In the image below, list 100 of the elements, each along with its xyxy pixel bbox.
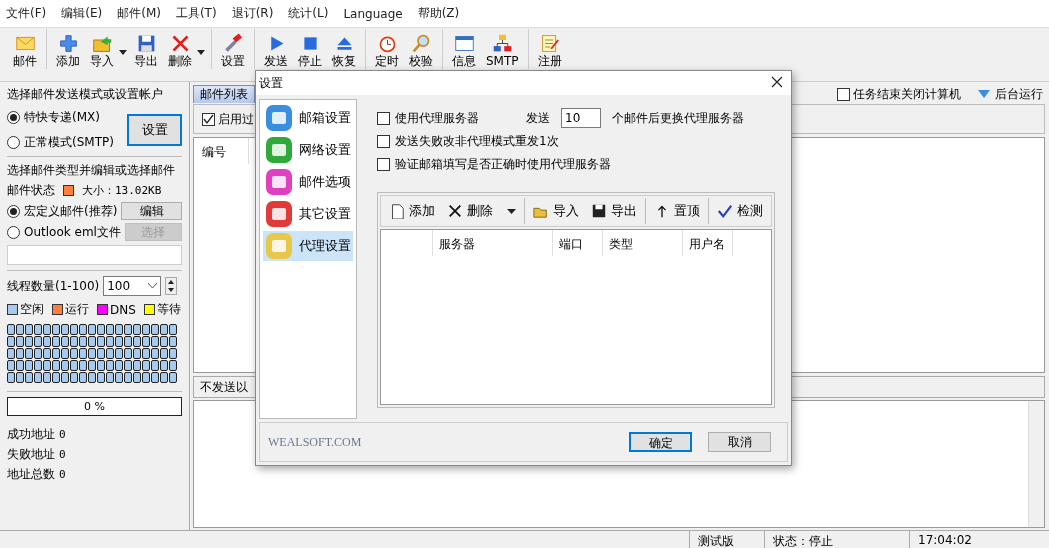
radio-button[interactable] — [7, 136, 20, 149]
radio-label: 特快专递(MX) — [24, 109, 100, 126]
checkbox-label: 发送失败改非代理模式重发1次 — [395, 132, 559, 150]
legend-label: DNS — [110, 302, 136, 317]
menu-item[interactable]: 邮件(M) — [111, 5, 170, 22]
stat-label: 地址总数 — [7, 466, 55, 483]
spin-button[interactable] — [165, 277, 178, 295]
radio-button[interactable] — [7, 111, 20, 124]
toolbar-button[interactable]: 校验 — [404, 29, 438, 69]
nav-item[interactable]: 邮箱设置 — [263, 103, 353, 133]
caret-icon — [507, 208, 516, 214]
caret-icon[interactable] — [197, 50, 205, 55]
status-text: 状态：停止 — [764, 531, 909, 548]
toolbar-button[interactable]: 信息 — [447, 29, 481, 69]
checkbox-label: 启用过 — [218, 110, 254, 128]
radio-label: 正常模式(SMTP) — [24, 134, 114, 151]
menu-item[interactable]: 工具(T) — [169, 5, 226, 22]
tab[interactable]: 邮件列表 — [193, 85, 255, 103]
menu-item[interactable]: 退订(R) — [225, 5, 283, 22]
legend-label: 空闲 — [20, 301, 44, 318]
action-button[interactable]: 编辑 — [121, 202, 182, 220]
checkbox[interactable] — [377, 134, 390, 148]
stat-label: 成功地址 — [7, 426, 55, 443]
column-header: 用户名 — [683, 230, 733, 256]
menu-item[interactable]: 文件(F) — [0, 5, 56, 22]
toolbar-button[interactable]: 导入 — [529, 202, 583, 220]
section-heading: 选择邮件类型并编辑或选择邮件 — [7, 162, 176, 179]
menu-item[interactable]: Language — [337, 6, 412, 21]
send-label: 发送 — [526, 109, 550, 127]
stat-value: 0 — [59, 468, 66, 481]
toolbar-button[interactable]: 导出 — [587, 202, 641, 220]
toolbar-button[interactable]: 发送 — [259, 29, 293, 69]
chevron-down-icon — [977, 89, 991, 99]
column-header: 端口 — [553, 230, 603, 256]
magnifier-icon — [410, 33, 432, 54]
toolbar-button[interactable]: 停止 — [293, 29, 327, 69]
checkbox[interactable] — [377, 157, 390, 171]
legend-label: 运行 — [65, 301, 89, 318]
toolbar-button[interactable]: 定时 — [370, 29, 404, 69]
down-arrow-icon — [166, 286, 177, 294]
dialog-title: 设置 — [259, 74, 283, 92]
menu-item[interactable]: 编辑(E) — [55, 5, 112, 22]
progress-text: 0 % — [84, 400, 105, 413]
column-header: 类型 — [603, 230, 683, 256]
menu-item[interactable]: 帮助(Z) — [411, 5, 469, 22]
toolbar-button[interactable]: SMTP — [481, 29, 524, 69]
radio-button[interactable] — [7, 204, 20, 218]
toolbar-button[interactable]: 导入 — [85, 29, 129, 69]
status-text: 测试版 — [689, 531, 764, 548]
toolbar-button[interactable]: 检测 — [713, 202, 767, 220]
stat-value: 0 — [59, 448, 66, 461]
cross-icon — [447, 203, 463, 219]
thread-count-label: 线程数量(1-100) — [7, 277, 100, 295]
toolbar-button[interactable]: 删除 — [163, 29, 207, 69]
thread-count-dropdown[interactable]: 100 — [103, 276, 162, 296]
radio-label: Outlook eml文件 — [24, 223, 121, 241]
toolbar-button[interactable]: 添加 — [51, 29, 85, 69]
exclude-label: 不发送以 — [200, 378, 248, 396]
checkbox-label: 使用代理服务器 — [395, 109, 479, 127]
stat-value: 0 — [59, 428, 66, 441]
up-arrow-icon — [166, 278, 177, 286]
nav-item[interactable]: 邮件选项 — [263, 167, 353, 197]
caret-icon[interactable] — [119, 50, 127, 55]
checkbox[interactable] — [377, 111, 390, 125]
dialog-button[interactable]: 取消 — [708, 432, 771, 452]
notepad-icon — [539, 33, 561, 54]
checkbox[interactable] — [837, 87, 850, 101]
brand-label: WEALSOFT.COM — [268, 434, 363, 450]
toolbar-button[interactable]: 置顶 — [650, 202, 704, 220]
toolbar-button[interactable]: 注册 — [532, 29, 567, 69]
send-count-field[interactable]: 10 — [561, 108, 601, 128]
checkbox[interactable] — [202, 112, 215, 126]
send-suffix: 个邮件后更换代理服务器 — [612, 109, 744, 127]
column-header: 服务器 — [433, 230, 553, 256]
status-text: 17:04:02 — [909, 531, 1049, 548]
toolbar-button[interactable]: 恢复 — [327, 29, 361, 69]
section-heading: 选择邮件发送模式或设置帐户 — [7, 86, 164, 103]
background-run-button[interactable]: 后台运行 — [995, 85, 1043, 103]
column-header: 编号 — [194, 138, 249, 164]
checkbox-label: 任务结束关闭计算机 — [853, 85, 961, 103]
settings-button[interactable]: 设置 — [127, 114, 182, 146]
legend-label: 等待 — [156, 301, 181, 318]
toolbar-button[interactable]: 删除 — [443, 202, 520, 220]
stat-label: 失败地址 — [7, 446, 55, 463]
nav-item[interactable]: 网络设置 — [263, 135, 353, 165]
toolbar-button[interactable]: 邮件 — [8, 29, 42, 69]
toolbar-button[interactable]: 设置 — [216, 29, 250, 69]
nav-item[interactable]: 代理设置 — [263, 231, 353, 261]
dialog-button[interactable]: 确定 — [629, 432, 692, 452]
chevron-down-icon — [148, 283, 158, 289]
menu-item[interactable]: 统计(L) — [282, 5, 338, 22]
toolbar-button[interactable]: 添加 — [385, 202, 439, 220]
file-path-field[interactable] — [7, 245, 182, 265]
mail-size: 大小：13.02KB — [82, 183, 162, 198]
nav-item[interactable]: 其它设置 — [263, 199, 353, 229]
toolbar-button[interactable]: 导出 — [129, 29, 163, 69]
mail-status-label: 邮件状态 — [7, 182, 55, 199]
window-icon — [453, 33, 475, 54]
page-icon — [389, 203, 405, 219]
plus-icon — [57, 33, 79, 54]
